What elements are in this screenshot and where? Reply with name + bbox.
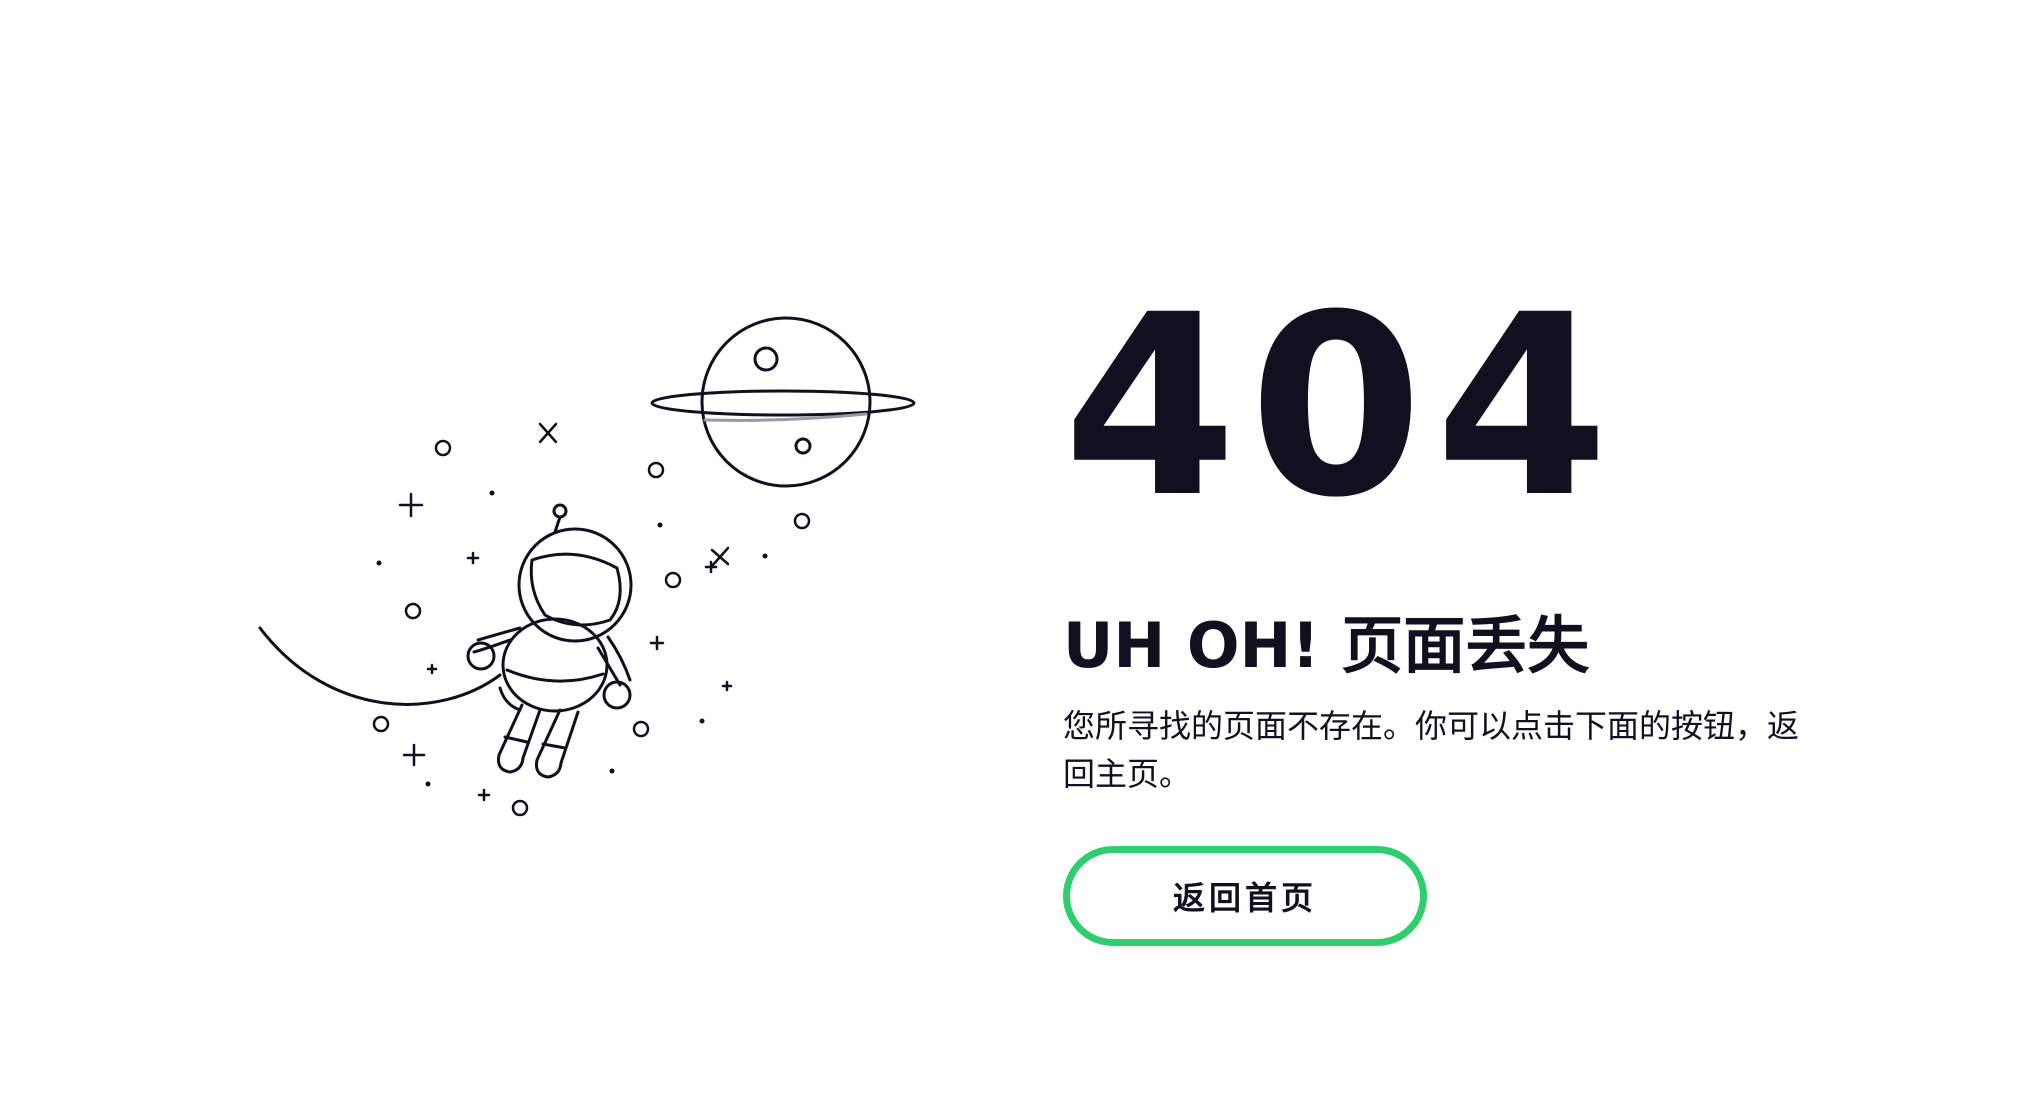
back-home-button[interactable]: 返回首页 xyxy=(1063,846,1427,947)
planet-icon xyxy=(650,316,916,488)
error-headline: UH OH! 页面丢失 xyxy=(1063,609,1590,682)
orbit-icon xyxy=(258,626,502,706)
star-icon xyxy=(372,439,811,817)
error-code: 404 xyxy=(1063,261,1621,552)
astronaut-illustration xyxy=(258,316,916,817)
error-content: 404 UH OH! 页面丢失 您所寻找的页面不存在。你可以点击下面的按钮，返回… xyxy=(1063,261,1963,947)
error-page: 404 UH OH! 页面丢失 您所寻找的页面不存在。你可以点击下面的按钮，返回… xyxy=(0,0,2027,1108)
error-description: 您所寻找的页面不存在。你可以点击下面的按钮，返回主页。 xyxy=(1063,707,1800,794)
astronaut-icon xyxy=(466,503,633,779)
